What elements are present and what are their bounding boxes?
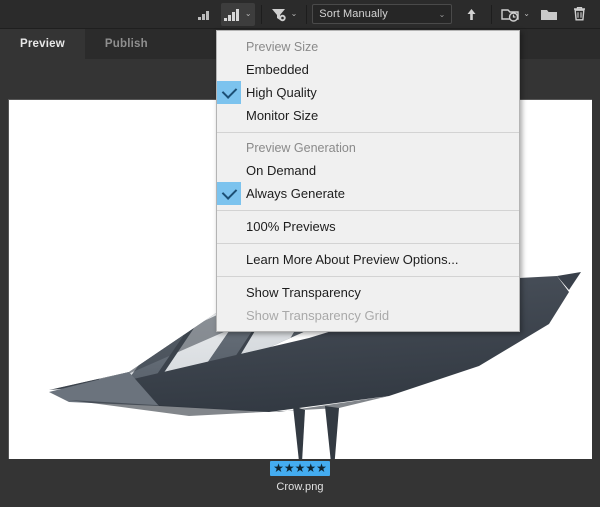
- menu-item-show-transparency-grid: Show Transparency Grid: [217, 304, 519, 327]
- star-icon[interactable]: ★: [316, 462, 327, 474]
- check-icon: [217, 58, 241, 81]
- check-icon: [217, 182, 241, 205]
- check-icon: [217, 215, 241, 238]
- menu-item-show-transparency[interactable]: Show Transparency: [217, 281, 519, 304]
- tab-preview[interactable]: Preview: [0, 29, 85, 59]
- menu-separator: [217, 210, 519, 211]
- sort-dropdown-value: Sort Manually: [319, 8, 388, 20]
- bridge-preview-window: ⌄ ⌄ Sort Manually ⌄ ⌄ Preview Publish ★ …: [0, 0, 600, 507]
- new-folder-icon: [541, 9, 557, 20]
- menu-item-100-previews[interactable]: 100% Previews: [217, 215, 519, 238]
- star-icon[interactable]: ★: [273, 462, 284, 474]
- menu-item-embedded[interactable]: Embedded: [217, 58, 519, 81]
- toolbar: ⌄ ⌄ Sort Manually ⌄ ⌄: [0, 0, 600, 29]
- thumbnail-size-group: ⌄: [190, 0, 256, 29]
- thumbnail-large-icon: [223, 8, 239, 21]
- check-icon: [217, 248, 241, 271]
- tab-preview-label: Preview: [20, 38, 65, 50]
- menu-item-monitor-size[interactable]: Monitor Size: [217, 104, 519, 127]
- check-icon: [217, 281, 241, 304]
- recent-folders-button[interactable]: ⌄: [498, 3, 533, 26]
- check-icon: [217, 304, 241, 327]
- check-icon: [217, 81, 241, 104]
- preview-options-menu: Preview Size Embedded High Quality Monitor …: [216, 30, 520, 332]
- recent-folders-icon: [501, 8, 519, 22]
- chevron-down-icon[interactable]: ⌄: [291, 10, 298, 18]
- check-icon: [217, 104, 241, 127]
- thumbnail-small-icon[interactable]: [191, 3, 219, 26]
- chevron-down-icon[interactable]: ⌄: [523, 10, 530, 18]
- menu-separator: [217, 132, 519, 133]
- menu-header-preview-generation: Preview Generation: [217, 137, 519, 159]
- checkmark-glyph: [221, 184, 237, 200]
- file-cell: ★ ★ ★ ★ ★ Crow.png: [0, 461, 600, 493]
- menu-separator: [217, 243, 519, 244]
- trash-icon: [573, 6, 585, 21]
- filter-icon: [271, 8, 286, 21]
- check-icon: [217, 159, 241, 182]
- check-icon: [217, 137, 241, 160]
- menu-header-preview-size: Preview Size: [217, 36, 519, 58]
- sort-direction-button[interactable]: [457, 3, 485, 26]
- crow-leg-left: [293, 406, 305, 459]
- chevron-down-icon[interactable]: ⌄: [245, 10, 252, 18]
- file-name-label[interactable]: Crow.png: [276, 481, 323, 493]
- tab-publish-label: Publish: [104, 38, 148, 50]
- toolbar-separator: [306, 4, 308, 24]
- menu-item-always-generate[interactable]: Always Generate: [217, 182, 519, 205]
- menu-item-label: Show Transparency Grid: [246, 308, 390, 323]
- menu-item-high-quality[interactable]: High Quality: [217, 81, 519, 104]
- menu-item-label: Learn More About Preview Options...: [246, 252, 459, 267]
- sort-dropdown[interactable]: Sort Manually ⌄: [312, 4, 453, 24]
- rating-stars[interactable]: ★ ★ ★ ★ ★: [270, 461, 330, 476]
- chevron-down-icon: ⌄: [438, 9, 446, 19]
- toolbar-separator: [491, 4, 493, 24]
- crow-leg-right: [325, 406, 339, 459]
- checkmark-glyph: [221, 83, 237, 99]
- tab-publish[interactable]: Publish: [85, 29, 168, 59]
- filter-icon-button[interactable]: ⌄: [268, 3, 301, 26]
- arrow-up-icon: [467, 8, 476, 20]
- toolbar-separator: [260, 4, 262, 24]
- check-icon: [217, 36, 241, 59]
- star-icon[interactable]: ★: [305, 462, 316, 474]
- thumbnail-large-icon-button[interactable]: ⌄: [220, 2, 255, 26]
- new-folder-button[interactable]: [535, 3, 563, 26]
- menu-item-learn-more-about-preview-options[interactable]: Learn More About Preview Options...: [217, 248, 519, 271]
- menu-separator: [217, 276, 519, 277]
- delete-button[interactable]: [565, 3, 593, 26]
- star-icon[interactable]: ★: [295, 462, 306, 474]
- star-icon[interactable]: ★: [284, 462, 295, 474]
- menu-item-on-demand[interactable]: On Demand: [217, 159, 519, 182]
